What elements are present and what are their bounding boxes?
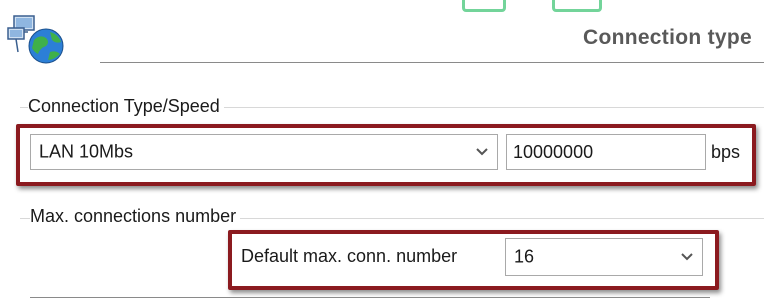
chevron-down-icon — [476, 148, 488, 156]
connection-type-select[interactable]: LAN 10Mbs — [30, 134, 498, 170]
connection-speed-input[interactable] — [506, 134, 706, 170]
chevron-down-icon — [681, 253, 693, 261]
green-tab-left — [462, 0, 506, 12]
default-max-conn-select[interactable]: 16 — [505, 238, 703, 276]
group-label-max-connections: Max. connections number — [30, 206, 241, 227]
page-title: Connection type — [582, 26, 752, 49]
default-max-conn-label: Default max. conn. number — [241, 246, 458, 266]
connection-type-value: LAN 10Mbs — [39, 141, 134, 162]
bottom-divider — [30, 297, 710, 298]
header-divider — [100, 62, 764, 63]
default-max-conn-value: 16 — [514, 246, 535, 267]
green-tab-right — [552, 0, 602, 12]
network-globe-icon — [7, 15, 64, 64]
speed-unit-label: bps — [711, 142, 741, 162]
group-label-connection: Connection Type/Speed — [28, 96, 224, 117]
